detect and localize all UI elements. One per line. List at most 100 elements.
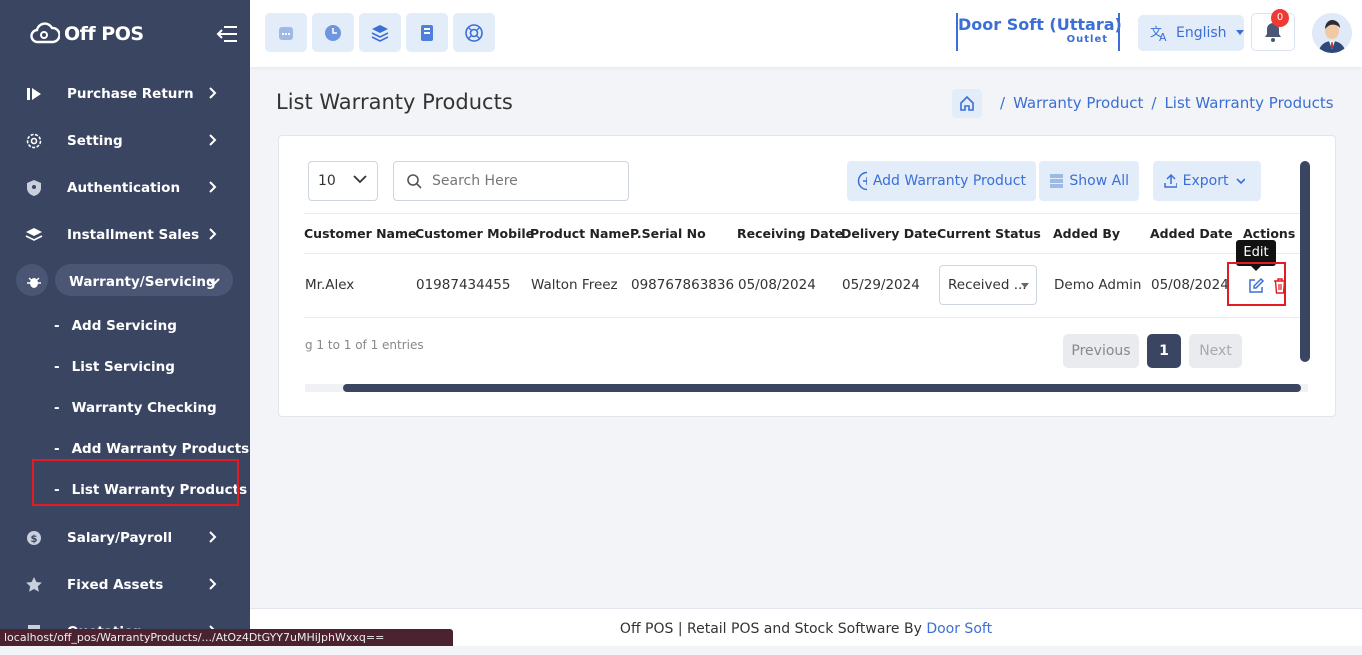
star-icon: [24, 575, 44, 595]
divider: [304, 317, 1304, 318]
svg-text:$: $: [31, 534, 38, 545]
breadcrumb-home[interactable]: [952, 88, 982, 118]
show-all-button[interactable]: Show All: [1039, 161, 1139, 201]
pagination-page-1[interactable]: 1: [1147, 334, 1181, 368]
entries-info: g 1 to 1 of 1 entries: [305, 338, 424, 352]
add-warranty-product-button[interactable]: Add Warranty Product: [847, 161, 1036, 201]
cell-added-by: Demo Admin: [1054, 277, 1142, 293]
breadcrumb-current: List Warranty Products: [1164, 94, 1334, 112]
status-bar-url: localhost/off_pos/WarrantyProducts/.../A…: [0, 629, 453, 646]
language-selector[interactable]: 文A English: [1138, 15, 1244, 51]
highlight-box-actions: [1227, 262, 1286, 306]
chevron-right-icon: [209, 531, 217, 543]
sidebar-item-warranty-servicing[interactable]: Warranty/Servicing: [0, 258, 250, 305]
clock-quick-button[interactable]: [312, 13, 354, 52]
sidebar-item-label: Purchase Return: [67, 85, 194, 102]
store-type: Outlet: [1066, 34, 1108, 45]
add-label: Add Warranty Product: [872, 173, 1026, 189]
subitem-label: Warranty Checking: [71, 399, 217, 416]
clock-icon: [325, 24, 341, 41]
layers-icon: [371, 24, 389, 42]
shield-user-icon: [24, 178, 44, 198]
page-title: List Warranty Products: [276, 90, 513, 114]
brand-name: Off POS: [64, 22, 144, 45]
store-name: Door Soft (Uttara): [958, 15, 1122, 34]
sidebar-subitem-warranty-checking[interactable]: - Warranty Checking: [0, 387, 250, 428]
support-quick-button[interactable]: [453, 13, 495, 52]
sidebar-item-fixed-assets[interactable]: Fixed Assets: [0, 561, 250, 608]
home-icon: [960, 95, 974, 111]
column-header[interactable]: Delivery Date: [841, 226, 937, 241]
column-header[interactable]: Current Status: [937, 226, 1041, 241]
sidebar-item-purchase-return[interactable]: Purchase Return: [0, 70, 250, 117]
sidebar-item-label: Warranty/Servicing: [69, 273, 216, 290]
highlight-box-sidebar: [32, 459, 239, 506]
column-header[interactable]: P.Serial No: [630, 226, 706, 241]
status-value: Received ...: [948, 277, 1027, 293]
column-header[interactable]: Customer Mobile: [415, 226, 534, 241]
sidebar: Off POS Purchase Return Setting Authenti…: [0, 0, 250, 646]
export-button[interactable]: Export: [1153, 161, 1261, 201]
report-quick-button[interactable]: [406, 13, 448, 52]
sidebar-item-setting[interactable]: Setting: [0, 117, 250, 164]
subitem-label: List Servicing: [71, 358, 175, 375]
register-icon: [279, 26, 293, 40]
sidebar-item-authentication[interactable]: Authentication: [0, 164, 250, 211]
column-header[interactable]: Added By: [1053, 226, 1120, 241]
chevron-right-icon: [209, 578, 217, 590]
cell-product-name: Walton Freez: [531, 277, 618, 293]
horizontal-scrollbar[interactable]: [343, 384, 1301, 392]
status-select[interactable]: Received ...: [939, 265, 1037, 305]
svg-text:A: A: [1159, 31, 1167, 42]
translate-icon: 文A: [1150, 24, 1167, 42]
breadcrumb-warranty-product[interactable]: Warranty Product: [1013, 94, 1143, 112]
menu-collapse-icon[interactable]: [216, 24, 238, 44]
sidebar-item-label: Setting: [67, 132, 123, 149]
cell-delivery-date: 05/29/2024: [842, 277, 920, 293]
per-page-value: 10: [318, 173, 336, 189]
cell-added-date: 05/08/2024: [1151, 277, 1229, 293]
column-header[interactable]: Customer Name: [304, 226, 417, 241]
data-table-card: 10 Search Here Add Warranty Product Show…: [278, 135, 1336, 417]
cell-customer-mobile: 01987434455: [416, 277, 511, 293]
cell-customer-name: Mr.Alex: [305, 277, 355, 293]
sidebar-item-salary-payroll[interactable]: $ Salary/Payroll: [0, 514, 250, 561]
chevron-down-icon: [1236, 178, 1245, 185]
per-page-select[interactable]: 10: [308, 161, 378, 201]
pagination-previous[interactable]: Previous: [1063, 334, 1139, 368]
column-header[interactable]: Added Date: [1150, 226, 1233, 241]
vertical-scrollbar[interactable]: [1300, 161, 1310, 362]
mobile-report-icon: [421, 24, 433, 41]
plus-circle-icon: [857, 171, 867, 191]
sidebar-subitem-add-servicing[interactable]: - Add Servicing: [0, 305, 250, 346]
subitem-label: Add Servicing: [71, 317, 177, 334]
breadcrumb-separator: /: [1000, 94, 1006, 112]
cell-serial-no: 098767863836: [631, 277, 735, 293]
pagination-next[interactable]: Next: [1189, 334, 1242, 368]
notification-badge: 0: [1271, 9, 1289, 27]
bug-icon: [24, 272, 44, 292]
chevron-right-icon: [209, 87, 217, 99]
column-header[interactable]: Receiving Date: [737, 226, 843, 241]
layers-icon: [24, 225, 44, 245]
top-bar: Door Soft (Uttara) Outlet 文A English 0: [250, 0, 1362, 67]
chevron-right-icon: [209, 228, 217, 240]
cloud-logo-icon: [30, 21, 60, 43]
layers-quick-button[interactable]: [359, 13, 401, 52]
footer-link[interactable]: Door Soft: [926, 621, 992, 637]
search-placeholder: Search Here: [432, 173, 518, 189]
brand-logo[interactable]: Off POS: [0, 0, 250, 67]
breadcrumb: / Warranty Product / List Warranty Produ…: [952, 88, 1334, 118]
pos-quick-button[interactable]: [265, 13, 307, 52]
sidebar-item-label: Installment Sales: [67, 226, 200, 243]
export-label: Export: [1182, 173, 1229, 189]
store-selector[interactable]: Door Soft (Uttara) Outlet: [956, 13, 1122, 51]
chevron-right-icon: [209, 134, 217, 146]
user-avatar[interactable]: [1312, 13, 1352, 53]
upload-icon: [1164, 173, 1177, 188]
column-header[interactable]: Product Name: [530, 226, 630, 241]
sidebar-subitem-list-servicing[interactable]: - List Servicing: [0, 346, 250, 387]
caret-down-icon: [1235, 30, 1244, 35]
sidebar-item-installment-sales[interactable]: Installment Sales: [0, 211, 250, 258]
search-input[interactable]: Search Here: [393, 161, 629, 201]
